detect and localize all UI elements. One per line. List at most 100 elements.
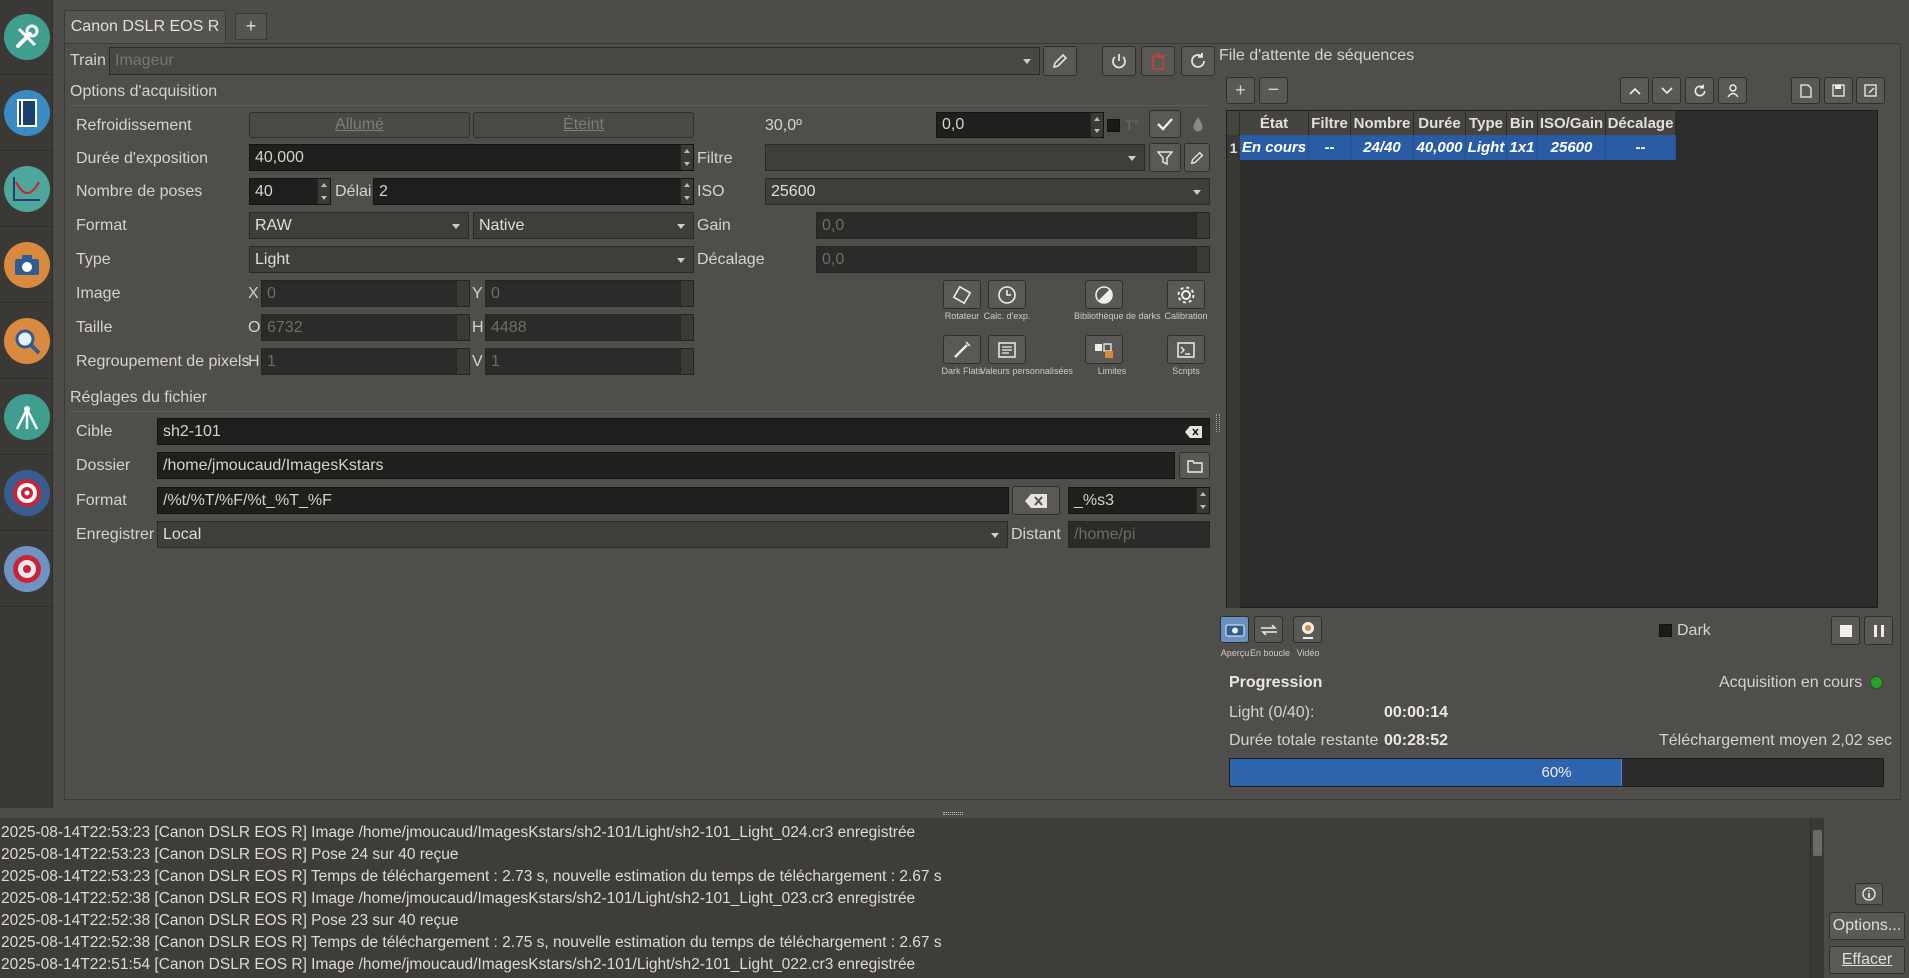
sidebar-item-focus[interactable] (0, 152, 53, 227)
temperature-checkbox[interactable] (1107, 119, 1120, 132)
column-header[interactable]: Type (1466, 111, 1507, 135)
add-tab-button[interactable]: + (235, 13, 267, 40)
add-job-button[interactable]: + (1226, 77, 1255, 104)
edit-train-button[interactable] (1043, 46, 1077, 76)
sidebar-item-align[interactable] (0, 304, 53, 379)
spin-arrows[interactable] (317, 179, 330, 204)
x-field[interactable]: 0 (261, 280, 470, 307)
spin-arrows[interactable] (1196, 488, 1209, 513)
pause-button[interactable] (1864, 616, 1893, 645)
spin-arrows[interactable] (456, 349, 469, 374)
spin-arrows[interactable] (456, 281, 469, 306)
remove-job-button[interactable]: − (1259, 77, 1288, 104)
file-format-field[interactable]: /%t/%T/%F/%t_%T_%F (157, 487, 1009, 514)
column-header[interactable]: Filtre (1309, 111, 1351, 135)
filter-settings-button[interactable] (1149, 143, 1181, 172)
column-header[interactable]: Décalage (1606, 111, 1676, 135)
delay-field[interactable]: 2 (373, 178, 694, 205)
scrollbar-thumb[interactable] (1813, 830, 1822, 856)
save-queue-button[interactable] (1824, 77, 1853, 104)
bin-h-field[interactable]: 1 (261, 348, 470, 375)
column-header[interactable]: État (1240, 111, 1309, 135)
count-field[interactable]: 40 (249, 178, 331, 205)
train-select[interactable]: Imageur (109, 47, 1040, 75)
dark-checkbox[interactable] (1659, 624, 1672, 637)
browse-directory-button[interactable] (1179, 452, 1210, 479)
table-cell[interactable]: Light (1466, 135, 1507, 160)
clear-format-button[interactable] (1012, 486, 1060, 515)
splitter-handle[interactable] (1216, 414, 1220, 432)
spin-arrows[interactable] (680, 349, 693, 374)
table-cell[interactable]: -- (1606, 135, 1676, 160)
width-field[interactable]: 6732 (261, 314, 470, 341)
dark-library-button[interactable] (1085, 280, 1123, 309)
spin-arrows[interactable] (680, 281, 693, 306)
set-temperature-button[interactable] (1149, 110, 1181, 138)
video-button[interactable] (1293, 616, 1322, 643)
clear-text-icon[interactable] (1185, 425, 1203, 439)
limits-button[interactable] (1085, 335, 1123, 364)
iso-select[interactable]: 25600 (765, 178, 1210, 205)
spin-arrows[interactable] (680, 315, 693, 340)
bin-v-field[interactable]: 1 (485, 348, 694, 375)
encoding-select[interactable]: Native (473, 212, 694, 239)
stop-button[interactable] (1831, 616, 1860, 645)
sidebar-item-capture[interactable] (0, 228, 53, 303)
sidebar-item-mount[interactable] (0, 380, 53, 455)
move-up-button[interactable] (1620, 77, 1649, 104)
spin-arrows[interactable] (1196, 213, 1209, 238)
loop-button[interactable] (1254, 616, 1283, 643)
filter-select[interactable] (765, 144, 1145, 171)
reset-queue-button[interactable] (1685, 77, 1714, 104)
exposure-calculator-button[interactable] (988, 280, 1026, 309)
target-field[interactable]: sh2-101 (157, 418, 1210, 445)
format-select[interactable]: RAW (249, 212, 469, 239)
column-header[interactable]: Nombre (1351, 111, 1414, 135)
exposure-field[interactable]: 40,000 (249, 144, 694, 171)
table-cell[interactable]: 25600 (1538, 135, 1606, 160)
table-cell[interactable]: En cours (1240, 135, 1309, 160)
sidebar-item-scheduler[interactable] (0, 76, 53, 151)
sidebar-item-guide[interactable] (0, 456, 53, 531)
refresh-train-button[interactable] (1181, 46, 1215, 76)
table-cell[interactable]: -- (1309, 135, 1351, 160)
y-field[interactable]: 0 (485, 280, 694, 307)
sidebar-item-observatory[interactable] (0, 532, 53, 607)
gain-field[interactable]: 0,0 (816, 212, 1210, 239)
suffix-field[interactable]: _%s3 (1068, 487, 1210, 514)
tab-camera[interactable]: Canon DSLR EOS R (64, 10, 226, 43)
user-button[interactable] (1718, 77, 1747, 104)
spin-arrows[interactable] (456, 315, 469, 340)
log-clear-button[interactable]: Effacer (1829, 946, 1905, 974)
spin-arrows[interactable] (1090, 113, 1103, 137)
move-down-button[interactable] (1652, 77, 1681, 104)
power-button[interactable] (1102, 46, 1136, 76)
temperature-target-field[interactable]: 0,0 (936, 112, 1104, 138)
save-mode-select[interactable]: Local (157, 521, 1008, 548)
offset-field[interactable]: 0,0 (816, 246, 1210, 273)
dark-flats-button[interactable] (943, 335, 981, 364)
preview-button[interactable] (1220, 616, 1249, 643)
column-header[interactable]: Bin (1507, 111, 1538, 135)
calibration-button[interactable] (1167, 280, 1205, 309)
table-cell[interactable]: 40,000 (1414, 135, 1466, 160)
remote-field[interactable]: /home/pi (1068, 521, 1210, 548)
table-cell[interactable]: 24/40 (1351, 135, 1414, 160)
log-options-button[interactable]: Options... (1829, 912, 1905, 940)
cooling-off-button[interactable]: Éteint (473, 112, 694, 138)
open-queue-button[interactable] (1791, 77, 1820, 104)
delete-button[interactable] (1141, 46, 1175, 76)
height-field[interactable]: 4488 (485, 314, 694, 341)
cooling-on-button[interactable]: Allumé (249, 112, 470, 138)
log-info-button[interactable] (1855, 883, 1883, 905)
scripts-button[interactable] (1167, 335, 1205, 364)
column-header[interactable]: ISO/Gain (1538, 111, 1606, 135)
log-scrollbar[interactable] (1810, 818, 1824, 978)
table-cell[interactable]: 1x1 (1507, 135, 1538, 160)
column-header[interactable]: Durée (1414, 111, 1466, 135)
type-select[interactable]: Light (249, 246, 694, 273)
sidebar-item-setup[interactable] (0, 0, 53, 75)
custom-values-button[interactable] (988, 335, 1026, 364)
edit-filter-button[interactable] (1184, 143, 1210, 172)
log-text-area[interactable]: 2025-08-14T22:53:23 [Canon DSLR EOS R] I… (0, 818, 1810, 978)
